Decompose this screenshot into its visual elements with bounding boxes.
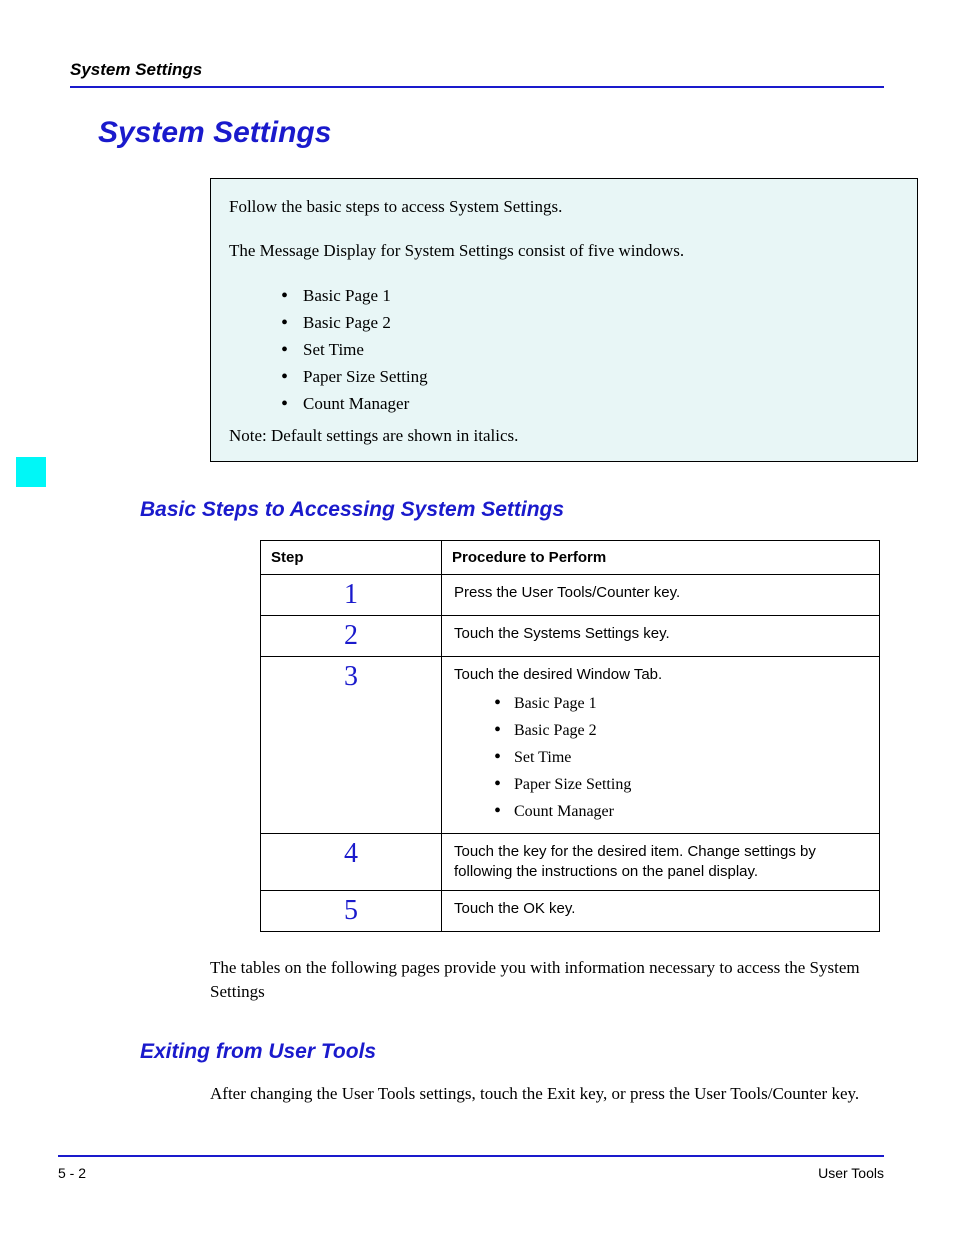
page-content: System Settings System Settings Follow t…	[0, 0, 954, 1106]
step-number: 4	[261, 833, 442, 891]
step-number: 3	[261, 657, 442, 833]
intro-note: Note: Default settings are shown in ital…	[229, 424, 899, 448]
step-procedure: Touch the key for the desired item. Chan…	[442, 833, 880, 891]
table-row: 4 Touch the key for the desired item. Ch…	[261, 833, 880, 891]
section-heading-basic-steps: Basic Steps to Accessing System Settings	[140, 498, 884, 522]
intro-window-list: Basic Page 1 Basic Page 2 Set Time Paper…	[281, 283, 899, 418]
table-row: 1 Press the User Tools/Counter key.	[261, 575, 880, 616]
list-item: Set Time	[494, 744, 867, 771]
thumb-index-tab	[16, 457, 46, 487]
list-item: Basic Page 1	[494, 690, 867, 717]
list-item: Paper Size Setting	[494, 771, 867, 798]
exiting-paragraph: After changing the User Tools settings, …	[210, 1082, 880, 1106]
table-row: 5 Touch the OK key.	[261, 891, 880, 932]
list-item: Count Manager	[494, 798, 867, 825]
step-procedure: Touch the desired Window Tab. Basic Page…	[442, 657, 880, 833]
running-header: System Settings	[70, 60, 884, 88]
step-number: 1	[261, 575, 442, 616]
step-procedure: Touch the OK key.	[442, 891, 880, 932]
step-procedure-text: Touch the desired Window Tab.	[454, 666, 662, 683]
step-procedure: Touch the Systems Settings key.	[442, 616, 880, 657]
table-header-step: Step	[261, 541, 442, 575]
after-table-paragraph: The tables on the following pages provid…	[210, 956, 880, 1004]
table-header-procedure: Procedure to Perform	[442, 541, 880, 575]
list-item: Basic Page 2	[494, 717, 867, 744]
intro-note-box: Follow the basic steps to access System …	[210, 178, 918, 462]
footer-section-name: User Tools	[818, 1165, 884, 1181]
list-item: Basic Page 2	[281, 310, 899, 337]
page-title: System Settings	[98, 116, 884, 150]
list-item: Paper Size Setting	[281, 364, 899, 391]
list-item: Set Time	[281, 337, 899, 364]
page-footer: 5 - 2 User Tools	[58, 1155, 884, 1181]
window-tab-list: Basic Page 1 Basic Page 2 Set Time Paper…	[494, 690, 867, 825]
step-procedure: Press the User Tools/Counter key.	[442, 575, 880, 616]
intro-paragraph-2: The Message Display for System Settings …	[229, 239, 899, 263]
list-item: Count Manager	[281, 391, 899, 418]
step-number: 5	[261, 891, 442, 932]
section-heading-exiting: Exiting from User Tools	[140, 1040, 884, 1064]
table-row: 2 Touch the Systems Settings key.	[261, 616, 880, 657]
steps-table: Step Procedure to Perform 1 Press the Us…	[260, 540, 880, 932]
table-row: 3 Touch the desired Window Tab. Basic Pa…	[261, 657, 880, 833]
intro-paragraph-1: Follow the basic steps to access System …	[229, 195, 899, 219]
step-number: 2	[261, 616, 442, 657]
list-item: Basic Page 1	[281, 283, 899, 310]
footer-page-number: 5 - 2	[58, 1165, 86, 1181]
